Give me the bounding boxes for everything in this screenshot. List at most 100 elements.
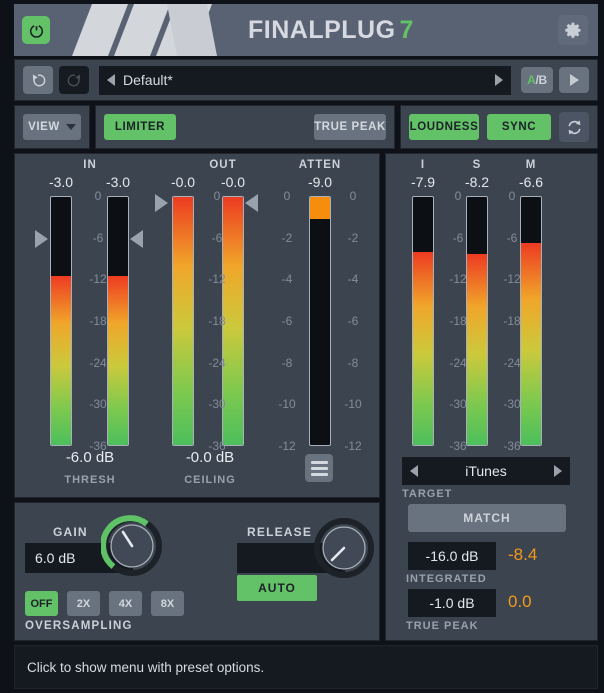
out-meter-scale: 0 -6 -12 -18 -24 -30 -36	[194, 196, 240, 446]
meters-panel: IN -3.0 -3.0 0 -6 -12 -18 -24 -30 -36	[14, 153, 380, 498]
preset-name: Default*	[123, 72, 495, 88]
oversampling-option-4x[interactable]: 4X	[109, 591, 142, 616]
gain-label: GAIN	[53, 525, 88, 539]
hamburger-line	[311, 467, 328, 470]
power-button[interactable]	[22, 16, 50, 44]
oversampling-option-8x[interactable]: 8X	[151, 591, 184, 616]
atten-meter-label: ATTEN	[265, 159, 375, 171]
integrated-readout: -8.4	[508, 545, 537, 565]
redo-icon	[66, 72, 83, 89]
gear-icon	[564, 21, 583, 40]
oversampling-option-2x[interactable]: 2X	[67, 591, 100, 616]
loudness-label-m: M	[512, 159, 550, 171]
ceiling-value[interactable]: -0.0 dB	[145, 449, 275, 466]
loudness-bar-i	[412, 196, 434, 446]
loudness-label-i: I	[404, 159, 442, 171]
ab-a-label: A	[527, 73, 535, 87]
thresh-value[interactable]: -6.0 dB	[25, 449, 155, 466]
hamburger-line	[311, 461, 328, 464]
out-meter-bar-left	[172, 196, 194, 446]
atten-meter-fill	[310, 197, 330, 219]
limiter-toggle[interactable]: LIMITER	[104, 114, 176, 140]
thresh-caption: THRESH	[25, 474, 155, 486]
preset-next-icon[interactable]	[495, 74, 503, 86]
toolbar-row: VIEW LIMITER TRUE PEAK LOUDNESS SYNC	[14, 105, 598, 149]
view-label: VIEW	[28, 121, 60, 133]
target-prev-icon[interactable]	[410, 465, 418, 477]
preset-prev-icon[interactable]	[107, 74, 115, 86]
view-dropdown[interactable]: VIEW	[23, 114, 81, 140]
release-auto-toggle[interactable]: AUTO	[237, 575, 317, 601]
sync-toggle[interactable]: SYNC	[487, 114, 551, 140]
target-selector[interactable]: iTunes	[402, 457, 570, 485]
in-value-right: -3.0	[96, 174, 140, 190]
header-bar: FINALPLUG7	[14, 4, 598, 56]
undo-button[interactable]	[23, 66, 53, 94]
preset-selector[interactable]: Default*	[99, 66, 511, 95]
controls-panel: GAIN 6.0 dB OFF 2X 4X 8X OVERSAMPLING RE…	[14, 502, 380, 641]
out-meter-fill-left	[173, 197, 193, 445]
loudness-scale-left: 0 -6 -12 -18 -24 -30 -36	[435, 196, 481, 446]
right-column: I S M -7.9 -8.2 -6.6 0 -6 -12	[385, 153, 598, 641]
loudness-label-s: S	[458, 159, 496, 171]
threshold-handle-left[interactable]	[35, 230, 48, 248]
release-label: RELEASE	[247, 525, 312, 539]
true-peak-toggle[interactable]: TRUE PEAK	[314, 114, 386, 140]
ab-compare-button[interactable]: A/B	[521, 67, 553, 93]
loudness-value-s: -8.2	[455, 174, 499, 190]
hamburger-line	[311, 473, 328, 476]
in-meter-label: IN	[15, 159, 165, 171]
reset-loudness-button[interactable]	[559, 112, 589, 142]
ceiling-handle-left[interactable]	[155, 194, 168, 212]
undo-icon	[30, 72, 47, 89]
status-message: Click to show menu with preset options.	[27, 660, 264, 675]
page-title: FINALPLUG7	[248, 16, 414, 45]
chevron-down-icon	[66, 124, 76, 130]
release-knob[interactable]	[313, 517, 375, 579]
brand-version: 7	[400, 16, 414, 44]
atten-meter-bar	[309, 196, 331, 446]
loudness-panel-header: LOUDNESS SYNC	[400, 105, 598, 149]
true-peak-caption: TRUE PEAK	[406, 620, 516, 632]
out-value-right: -0.0	[211, 174, 255, 190]
oversampling-option-off[interactable]: OFF	[25, 591, 58, 616]
ceiling-caption: CEILING	[145, 474, 275, 486]
match-button[interactable]: MATCH	[408, 504, 566, 532]
true-peak-target-field[interactable]: -1.0 dB	[408, 589, 496, 617]
view-panel: VIEW	[14, 105, 90, 149]
gain-knob[interactable]	[101, 515, 163, 577]
out-value-left: -0.0	[161, 174, 205, 190]
redo-button[interactable]	[59, 66, 89, 94]
left-column: IN -3.0 -3.0 0 -6 -12 -18 -24 -30 -36	[14, 153, 380, 641]
refresh-icon	[565, 118, 584, 137]
settings-button[interactable]	[558, 15, 588, 45]
meter-options-menu-button[interactable]	[305, 454, 333, 482]
atten-meter-scale-left: 0 -2 -4 -6 -8 -10 -12	[264, 196, 310, 446]
target-value: iTunes	[418, 463, 554, 479]
triangle-right-icon	[570, 74, 579, 86]
atten-meter-scale-right: 0 -2 -4 -6 -8 -10 -12	[330, 196, 376, 446]
in-meter-scale: 0 -6 -12 -18 -24 -30 -36	[75, 196, 121, 446]
status-bar: Click to show menu with preset options.	[14, 645, 598, 689]
limiter-panel: LIMITER TRUE PEAK	[95, 105, 395, 149]
preset-bar: Default* A/B	[14, 59, 598, 101]
target-next-icon[interactable]	[554, 465, 562, 477]
loudness-toggle[interactable]: LOUDNESS	[409, 114, 479, 140]
copy-ab-button[interactable]	[559, 67, 589, 93]
in-value-left: -3.0	[39, 174, 83, 190]
ceiling-handle-right[interactable]	[245, 194, 258, 212]
atten-value: -9.0	[298, 174, 342, 190]
loudness-meters-panel: I S M -7.9 -8.2 -6.6 0 -6 -12	[385, 153, 598, 641]
oversampling-caption: OVERSAMPLING	[25, 620, 133, 632]
integrated-target-field[interactable]: -16.0 dB	[408, 542, 496, 570]
in-meter-fill-left	[51, 276, 71, 445]
loudness-value-m: -6.6	[509, 174, 553, 190]
in-meter-bar-left	[50, 196, 72, 446]
loudness-value-i: -7.9	[401, 174, 445, 190]
brand-logo	[72, 4, 217, 56]
threshold-handle-right[interactable]	[130, 230, 143, 248]
loudness-scale-right: 0 -6 -12 -18 -24 -30 -36	[489, 196, 535, 446]
power-icon	[28, 22, 45, 39]
brand-name: FINALPLUG	[248, 16, 396, 44]
ab-b-label: /B	[535, 73, 546, 87]
